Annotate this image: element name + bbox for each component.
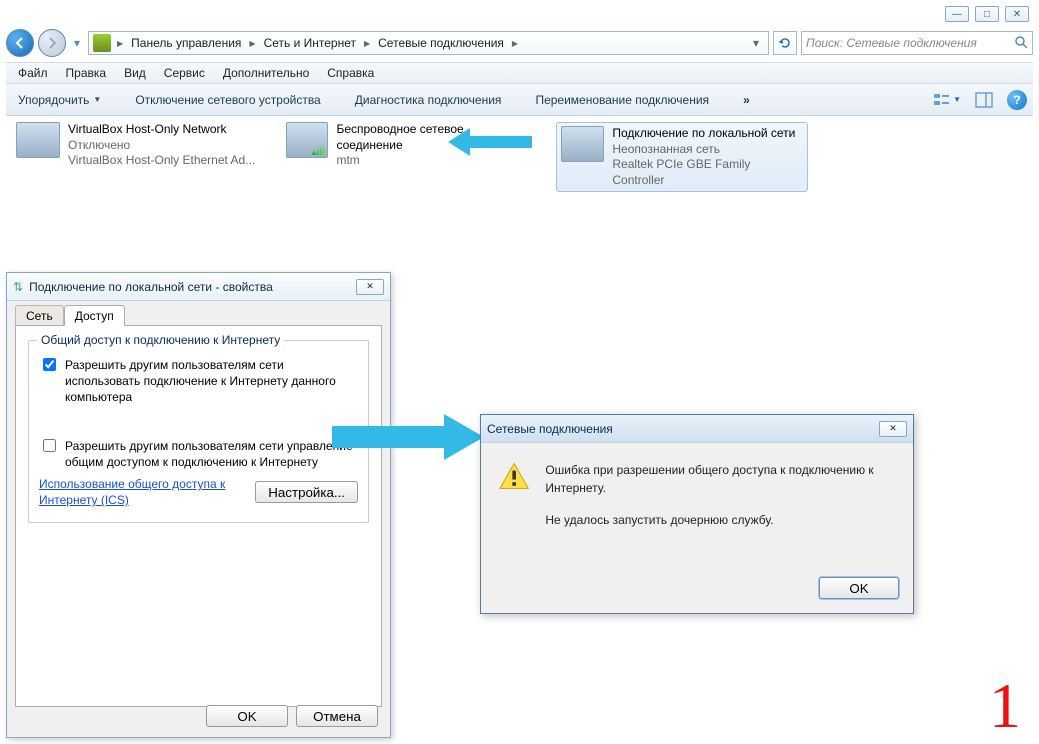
settings-button[interactable]: Настройка... <box>255 481 358 503</box>
warning-icon <box>499 461 529 491</box>
connection-detail: Realtek PCIe GBE Family Controller <box>612 157 803 188</box>
dialog-titlebar[interactable]: ⇅ Подключение по локальной сети - свойст… <box>7 273 390 301</box>
ok-button[interactable]: OK <box>819 577 899 599</box>
toolbar-overflow[interactable]: » <box>737 89 756 111</box>
dialog-title: Подключение по локальной сети - свойства <box>29 280 273 294</box>
rename-button[interactable]: Переименование подключения <box>529 89 715 111</box>
connection-item-virtualbox[interactable]: VirtualBox Host-Only Network Отключено V… <box>16 122 256 192</box>
ics-help-link[interactable]: Использование общего доступа к Интернету… <box>39 476 239 508</box>
error-message-line1: Ошибка при разрешении общего доступа к п… <box>545 461 895 497</box>
menu-view[interactable]: Вид <box>116 64 154 82</box>
search-placeholder: Поиск: Сетевые подключения <box>806 36 977 50</box>
connection-item-lan[interactable]: Подключение по локальной сети Неопознанн… <box>556 122 808 192</box>
group-title: Общий доступ к подключению к Интернету <box>37 333 284 347</box>
menu-edit[interactable]: Правка <box>58 64 115 82</box>
breadcrumb-dropdown[interactable]: ▾ <box>748 36 764 50</box>
dialog-titlebar[interactable]: Сетевые подключения ✕ <box>481 415 913 443</box>
preview-pane-button[interactable] <box>975 92 993 108</box>
address-bar: ▾ ▶ Панель управления ▶ Сеть и Интернет … <box>6 28 1033 58</box>
menubar: Файл Правка Вид Сервис Дополнительно Спр… <box>6 62 1033 84</box>
chevron-right-icon: ▶ <box>510 39 520 48</box>
connection-status: Отключено <box>68 138 255 154</box>
annotation-arrow-icon <box>332 414 484 460</box>
minimize-button[interactable]: — <box>945 6 969 22</box>
chevron-right-icon: ▶ <box>247 39 257 48</box>
close-button[interactable]: ✕ <box>1005 6 1029 22</box>
disable-device-button[interactable]: Отключение сетевого устройства <box>129 89 326 111</box>
help-button[interactable]: ? <box>1007 90 1027 110</box>
maximize-button[interactable]: □ <box>975 6 999 22</box>
annotation-number: 1 <box>989 674 1021 738</box>
connection-title: VirtualBox Host-Only Network <box>68 122 255 138</box>
connection-status: Неопознанная сеть <box>612 142 803 158</box>
cancel-button[interactable]: Отмена <box>296 705 378 727</box>
organize-button[interactable]: Упорядочить▼ <box>12 89 107 111</box>
chevron-right-icon: ▶ <box>115 39 125 48</box>
toolbar: Упорядочить▼ Отключение сетевого устройс… <box>6 84 1033 116</box>
dialog-title: Сетевые подключения <box>487 422 613 436</box>
nav-forward-button[interactable] <box>38 29 66 57</box>
breadcrumb-item[interactable]: Панель управления <box>125 36 247 50</box>
nav-history-dropdown[interactable]: ▾ <box>70 29 84 57</box>
ok-button[interactable]: OK <box>206 705 288 727</box>
allow-sharing-label: Разрешить другим пользователям сети испо… <box>65 357 358 406</box>
chevron-right-icon: ▶ <box>362 39 372 48</box>
close-icon[interactable]: ✕ <box>356 279 384 295</box>
network-adapter-icon <box>16 122 60 158</box>
nav-back-button[interactable] <box>6 29 34 57</box>
breadcrumb-item[interactable]: Сеть и Интернет <box>258 36 362 50</box>
menu-file[interactable]: Файл <box>10 64 56 82</box>
view-mode-button[interactable]: ▼ <box>933 92 961 108</box>
error-dialog: Сетевые подключения ✕ Ошибка при разреше… <box>480 414 914 614</box>
breadcrumb[interactable]: ▶ Панель управления ▶ Сеть и Интернет ▶ … <box>88 31 769 55</box>
close-icon[interactable]: ✕ <box>879 421 907 437</box>
tab-network[interactable]: Сеть <box>15 305 64 326</box>
network-icon: ⇅ <box>13 280 23 294</box>
annotation-arrow-icon <box>448 128 532 156</box>
window-controls: — □ ✕ <box>945 6 1029 22</box>
connection-title: Подключение по локальной сети <box>612 126 803 142</box>
search-input[interactable]: Поиск: Сетевые подключения <box>801 31 1033 55</box>
menu-service[interactable]: Сервис <box>156 64 213 82</box>
allow-control-checkbox[interactable] <box>43 439 56 452</box>
properties-dialog: ⇅ Подключение по локальной сети - свойст… <box>6 272 391 738</box>
menu-advanced[interactable]: Дополнительно <box>215 64 317 82</box>
allow-sharing-checkbox[interactable] <box>43 358 56 371</box>
error-message-line2: Не удалось запустить дочернюю службу. <box>545 511 895 529</box>
wifi-adapter-icon <box>286 122 328 158</box>
diagnose-button[interactable]: Диагностика подключения <box>349 89 508 111</box>
network-icon <box>93 34 111 52</box>
tab-access[interactable]: Доступ <box>64 305 125 326</box>
breadcrumb-item[interactable]: Сетевые подключения <box>372 36 510 50</box>
connection-detail: VirtualBox Host-Only Ethernet Ad... <box>68 153 255 169</box>
refresh-button[interactable] <box>773 31 797 55</box>
allow-control-label: Разрешить другим пользователям сети упра… <box>65 438 358 470</box>
search-icon <box>1014 35 1028 52</box>
network-adapter-icon <box>561 126 604 162</box>
menu-help[interactable]: Справка <box>319 64 382 82</box>
